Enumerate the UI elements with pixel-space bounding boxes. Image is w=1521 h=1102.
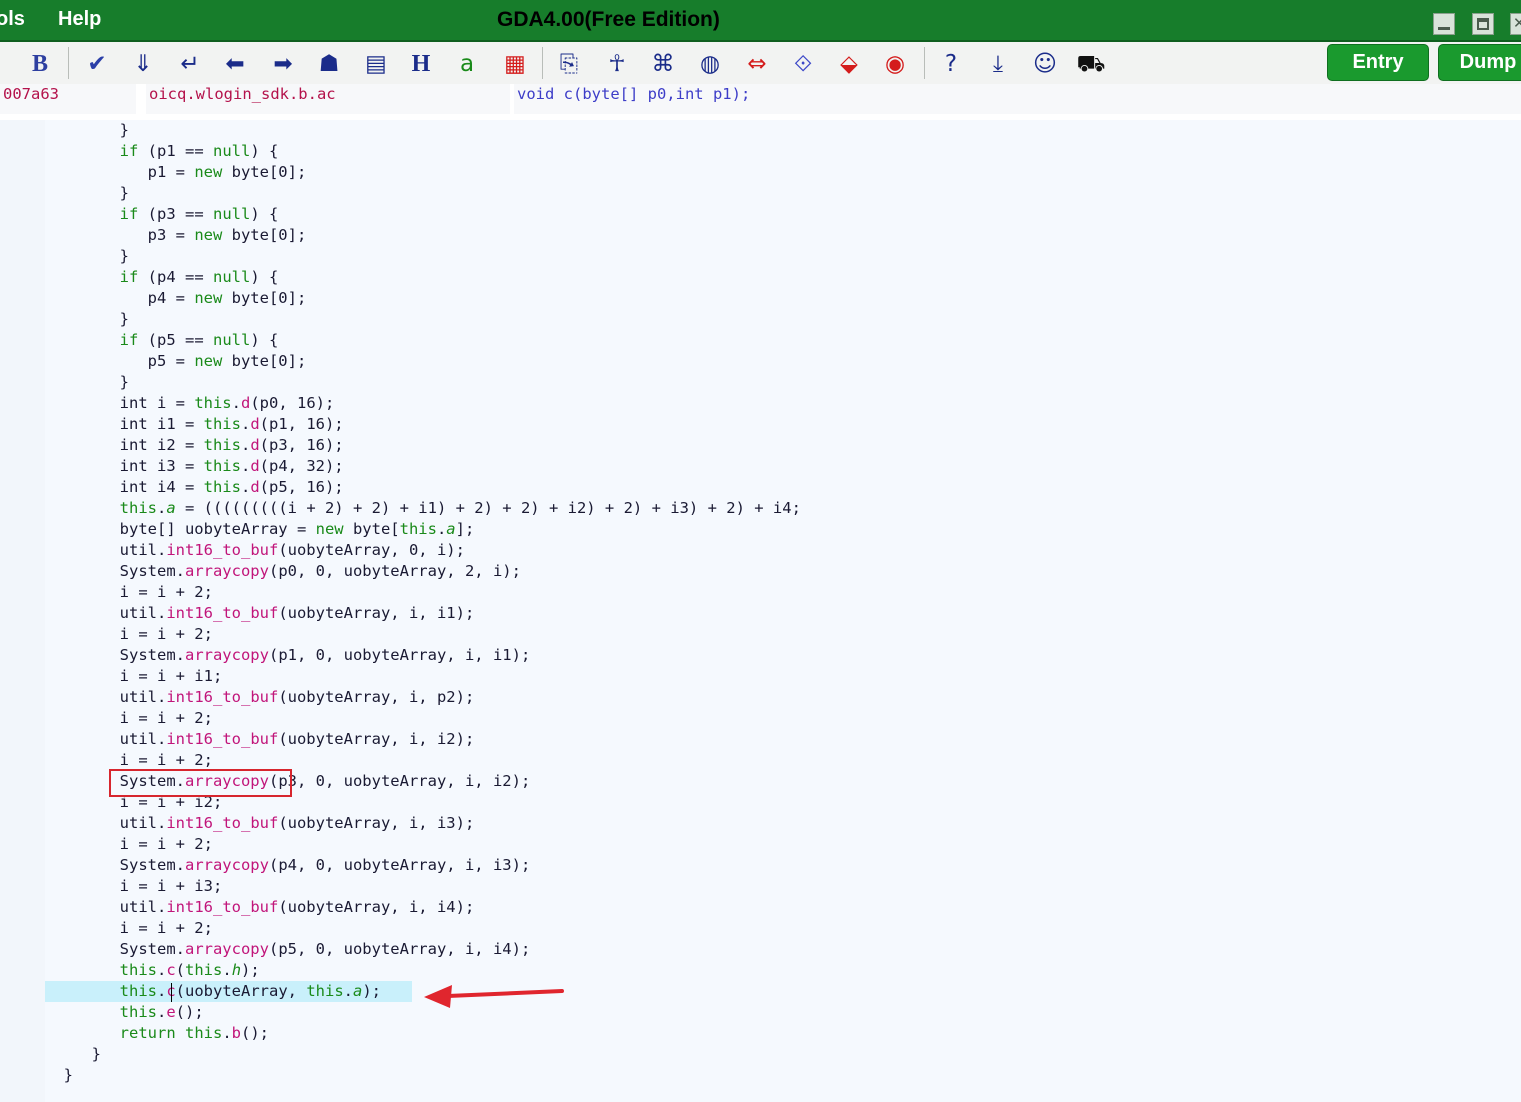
code-line[interactable]: util.int16_to_buf(uobyteArray, 0, i); [45, 540, 1521, 561]
code-line[interactable]: p3 = new byte[0]; [45, 225, 1521, 246]
code-line[interactable]: util.int16_to_buf(uobyteArray, i, i1); [45, 603, 1521, 624]
cart-icon[interactable]: ⛟ [1076, 49, 1106, 79]
code-editor[interactable]: } if (p1 == null) { p1 = new byte[0]; } … [45, 120, 1521, 1102]
close-icon[interactable] [1510, 13, 1521, 35]
download-icon[interactable]: ⤓ [983, 49, 1013, 79]
command-key-icon[interactable]: ⌘ [648, 49, 678, 79]
code-line[interactable]: } [45, 372, 1521, 393]
code-line[interactable]: this.c(this.h); [45, 960, 1521, 981]
code-line[interactable]: i = i + 2; [45, 918, 1521, 939]
code-line[interactable]: } [45, 246, 1521, 267]
code-line[interactable]: System.arraycopy(p0, 0, uobyteArray, 2, … [45, 561, 1521, 582]
entry-button[interactable]: Entry [1327, 44, 1429, 81]
code-line[interactable]: this.c(uobyteArray, this.a); [45, 981, 412, 1002]
maximize-icon[interactable] [1472, 13, 1494, 35]
code-line[interactable]: } [45, 309, 1521, 330]
class-name-field[interactable]: oicq.wlogin_sdk.b.ac [146, 84, 510, 114]
code-line[interactable]: util.int16_to_buf(uobyteArray, i, p2); [45, 687, 1521, 708]
address-field[interactable]: 007a63 [0, 84, 136, 114]
code-line[interactable]: util.int16_to_buf(uobyteArray, i, i2); [45, 729, 1521, 750]
code-line[interactable]: if (p5 == null) { [45, 330, 1521, 351]
window-title: GDA4.00(Free Edition) [497, 8, 720, 31]
code-line[interactable]: i = i + 2; [45, 582, 1521, 603]
code-line[interactable]: } [45, 1065, 1521, 1086]
color-grid-icon[interactable]: ▦ [500, 49, 530, 79]
code-line[interactable]: } [45, 183, 1521, 204]
code-line[interactable]: p5 = new byte[0]; [45, 351, 1521, 372]
users-icon[interactable]: ☺ [1030, 49, 1060, 79]
code-line[interactable]: i = i + 2; [45, 750, 1521, 771]
code-line[interactable]: if (p4 == null) { [45, 267, 1521, 288]
title-bar [0, 0, 1521, 42]
header-icon[interactable]: H [406, 49, 436, 79]
menu-tools[interactable]: ols [0, 8, 25, 31]
return-arrow-icon[interactable]: ↵ [175, 49, 205, 79]
code-line[interactable]: this.a = (((((((((i + 2) + 2) + i1) + 2)… [45, 498, 1521, 519]
annotation-arrow-icon [424, 985, 564, 1008]
text-caret [171, 983, 172, 1002]
line-gutter [0, 120, 45, 1102]
code-line[interactable]: util.int16_to_buf(uobyteArray, i, i3); [45, 813, 1521, 834]
toolbar-separator [542, 47, 543, 79]
android-icon[interactable]: ☥ [602, 49, 632, 79]
toolbar-separator [68, 47, 69, 79]
document-search-icon[interactable]: ▤ [361, 49, 391, 79]
code-line[interactable]: i = i + i3; [45, 876, 1521, 897]
toolbar-separator [924, 47, 925, 79]
code-line[interactable]: } [45, 1044, 1521, 1065]
code-line[interactable]: p4 = new byte[0]; [45, 288, 1521, 309]
code-line[interactable]: i = i + 2; [45, 708, 1521, 729]
code-line[interactable]: this.e(); [45, 1002, 1521, 1023]
code-line[interactable]: System.arraycopy(p4, 0, uobyteArray, i, … [45, 855, 1521, 876]
fingerprint-icon[interactable]: ◉ [880, 49, 910, 79]
code-line[interactable]: util.int16_to_buf(uobyteArray, i, i4); [45, 897, 1521, 918]
download-mark-icon[interactable]: ⇓ [128, 49, 158, 79]
menu-help[interactable]: Help [58, 8, 101, 31]
method-signature-field[interactable]: void c(byte[] p0,int p1); [514, 84, 1521, 114]
code-line[interactable]: byte[] uobyteArray = new byte[this.a]; [45, 519, 1521, 540]
code-line[interactable]: int i4 = this.d(p5, 16); [45, 477, 1521, 498]
code-line[interactable]: if (p1 == null) { [45, 141, 1521, 162]
code-line[interactable]: int i = this.d(p0, 16); [45, 393, 1521, 414]
code-line[interactable]: int i3 = this.d(p4, 32); [45, 456, 1521, 477]
code-line[interactable]: return this.b(); [45, 1023, 1521, 1044]
code-line[interactable]: p1 = new byte[0]; [45, 162, 1521, 183]
annotation-box [109, 769, 292, 797]
binary-toggle-icon[interactable]: ◍ [695, 49, 725, 79]
code-line[interactable]: System.arraycopy(p5, 0, uobyteArray, i, … [45, 939, 1521, 960]
xml-document-icon[interactable]: ⎘ [554, 49, 584, 79]
minimize-icon[interactable] [1433, 13, 1455, 35]
branch-down-icon[interactable]: ⬙ [834, 49, 864, 79]
code-line[interactable]: int i1 = this.d(p1, 16); [45, 414, 1521, 435]
font-color-icon[interactable]: a [452, 49, 482, 79]
checkmark-icon[interactable]: ✔ [82, 49, 112, 79]
code-line[interactable]: } [45, 120, 1521, 141]
arrow-right-icon[interactable]: ➡ [268, 49, 298, 79]
code-line[interactable]: int i2 = this.d(p3, 16); [45, 435, 1521, 456]
code-line[interactable]: i = i + i1; [45, 666, 1521, 687]
help-question-icon[interactable]: ? [936, 49, 966, 79]
chain-icon[interactable]: ⟐ [788, 49, 818, 79]
code-line[interactable]: i = i + 2; [45, 624, 1521, 645]
swap-arrows-icon[interactable]: ⇔ [742, 49, 772, 79]
code-line[interactable]: System.arraycopy(p1, 0, uobyteArray, i, … [45, 645, 1521, 666]
dump-button[interactable]: Dump [1438, 44, 1521, 81]
code-line[interactable]: if (p3 == null) { [45, 204, 1521, 225]
arrow-left-icon[interactable]: ⬅ [220, 49, 250, 79]
bold-icon[interactable]: B [25, 49, 55, 79]
robot-icon[interactable]: ☗ [314, 49, 344, 79]
code-line[interactable]: i = i + 2; [45, 834, 1521, 855]
